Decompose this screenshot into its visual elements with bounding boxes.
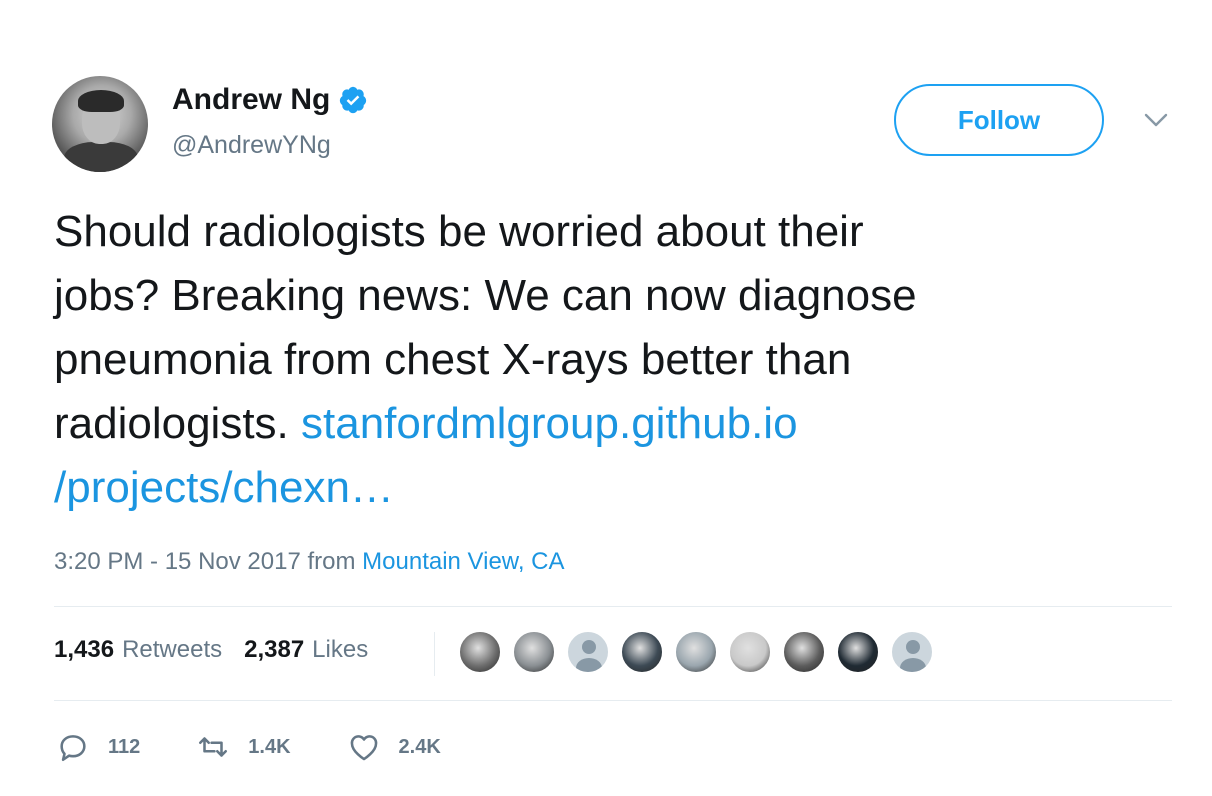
- tweet-timestamp[interactable]: 3:20 PM - 15 Nov 2017: [54, 548, 301, 575]
- liker-avatar[interactable]: [620, 630, 664, 674]
- retweets-stat[interactable]: 1,436 Retweets: [54, 636, 222, 664]
- liker-avatar[interactable]: [728, 630, 772, 674]
- reply-button[interactable]: 112: [56, 730, 140, 764]
- reply-count: 112: [108, 735, 141, 758]
- author-name-row: Andrew Ng: [172, 83, 368, 117]
- tweet-actions: 112 1.4K 2.4K: [56, 730, 497, 764]
- avatar-shirt: [64, 142, 138, 172]
- tweet-location[interactable]: Mountain View, CA: [362, 548, 564, 575]
- likes-count: 2,387: [244, 636, 305, 663]
- author-handle[interactable]: @AndrewYNg: [172, 131, 331, 160]
- heart-icon: [350, 735, 377, 761]
- chevron-down-icon[interactable]: [1144, 112, 1168, 128]
- verified-badge-icon: [340, 86, 367, 114]
- retweet-icon: [199, 737, 228, 757]
- retweet-count: 1.4K: [248, 735, 291, 758]
- tweet-line-with-link: radiologists. stanfordmlgroup.github.io: [54, 392, 1164, 456]
- retweets-label: Retweets: [122, 636, 223, 663]
- tweet-text: Should radiologists be worried about the…: [54, 200, 1164, 520]
- author-avatar[interactable]: [52, 76, 148, 172]
- tweet-metadata: 3:20 PM - 15 Nov 2017 from Mountain View…: [54, 548, 565, 576]
- liker-avatar[interactable]: [890, 630, 934, 674]
- likes-label: Likes: [312, 636, 369, 663]
- tweet-line: pneumonia from chest X-rays better than: [54, 335, 852, 384]
- like-button[interactable]: 2.4K: [347, 730, 441, 764]
- avatar-hair: [78, 90, 124, 112]
- tweet-link-continuation[interactable]: /projects/chexn…: [54, 463, 394, 512]
- likes-stat[interactable]: 2,387 Likes: [244, 636, 368, 664]
- retweet-button[interactable]: 1.4K: [196, 730, 291, 764]
- tweet-line-link: /projects/chexn…: [54, 456, 1164, 520]
- tweet-line-text: radiologists.: [54, 399, 289, 448]
- liker-avatar[interactable]: [512, 630, 556, 674]
- tweet-line: Should radiologists be worried about the…: [54, 207, 864, 256]
- liker-avatar[interactable]: [566, 630, 610, 674]
- follow-button[interactable]: Follow: [894, 84, 1104, 156]
- likers-avatars: [458, 630, 944, 674]
- tweet-line: jobs? Breaking news: We can now diagnose: [54, 271, 917, 320]
- divider: [54, 700, 1172, 701]
- reply-icon: [60, 735, 86, 762]
- liker-avatar[interactable]: [836, 630, 880, 674]
- tweet-link[interactable]: stanfordmlgroup.github.io: [301, 399, 798, 448]
- liker-avatar[interactable]: [458, 630, 502, 674]
- divider: [54, 606, 1172, 607]
- meta-from-label: from: [307, 548, 356, 575]
- liker-avatar[interactable]: [674, 630, 718, 674]
- tweet-stats: 1,436 Retweets 2,387 Likes: [54, 636, 390, 664]
- like-count: 2.4K: [398, 735, 441, 758]
- liker-avatar[interactable]: [782, 630, 826, 674]
- author-display-name[interactable]: Andrew Ng: [172, 83, 330, 117]
- retweets-count: 1,436: [54, 636, 115, 663]
- stats-separator: [434, 632, 435, 676]
